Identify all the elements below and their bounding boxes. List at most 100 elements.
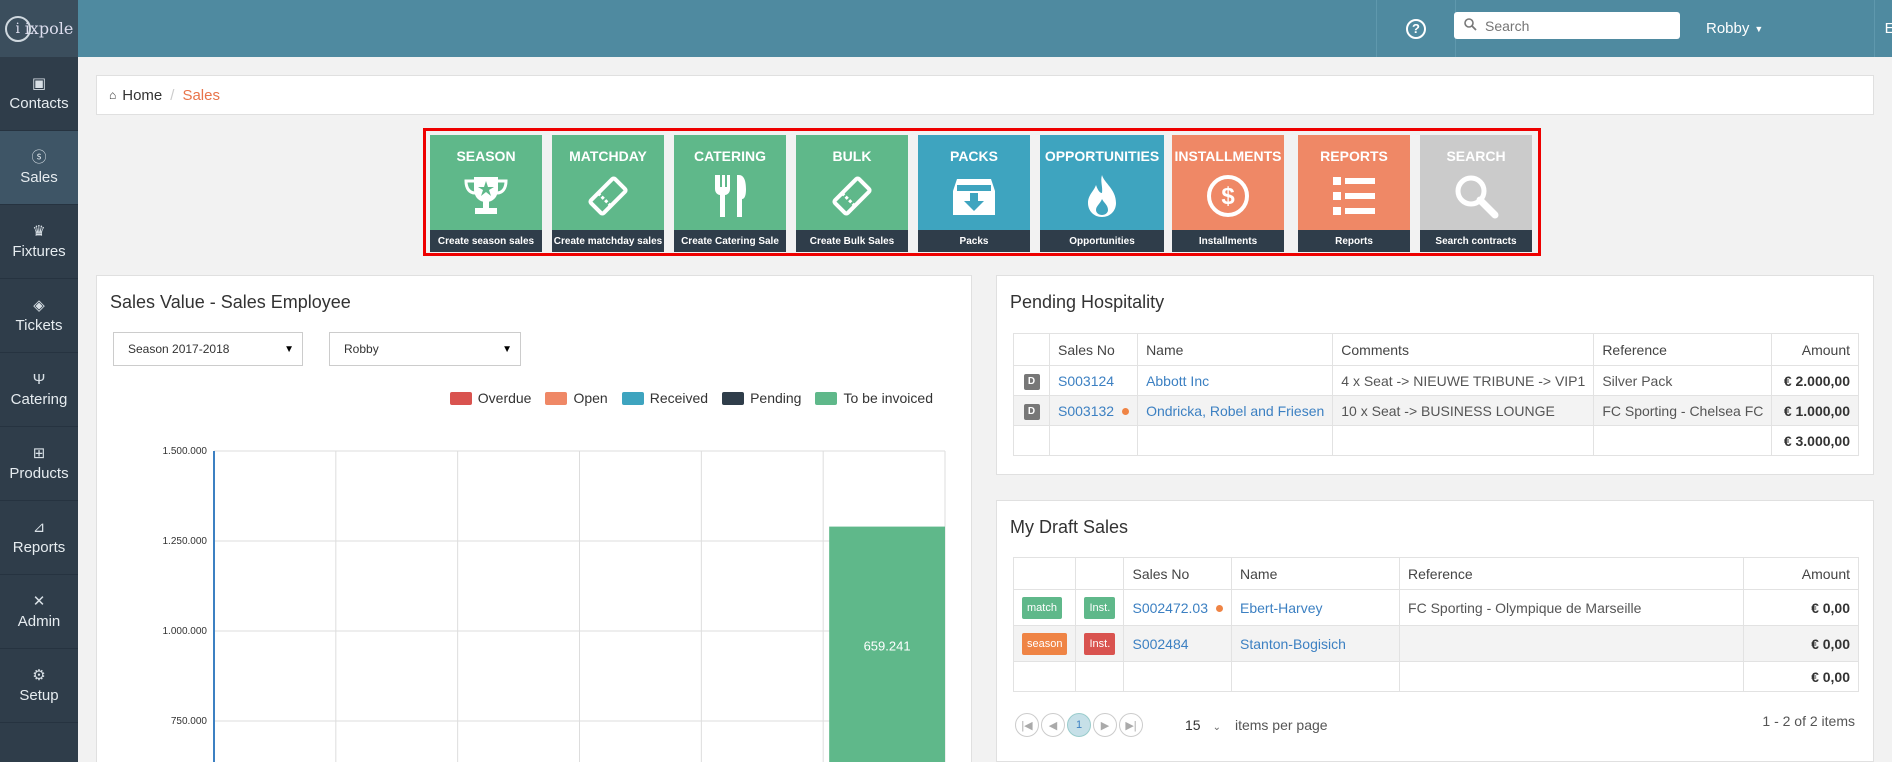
sidebar-item-tickets[interactable]: ◈ Tickets — [0, 279, 78, 353]
amount-cell: € 1.000,00 — [1771, 395, 1859, 426]
pending-table: Sales No Name Comments Reference Amount … — [1013, 333, 1859, 456]
installment-tag: Inst. — [1084, 632, 1116, 655]
sales-no-link[interactable]: S003124 — [1058, 373, 1114, 389]
table-row[interactable]: match Inst. S002472.03 Ebert-Harvey FC S… — [1012, 589, 1859, 626]
customer-link[interactable]: Ondricka, Robel and Friesen — [1146, 403, 1324, 419]
tile-bulk[interactable]: BULK Create Bulk Sales — [796, 135, 908, 252]
sidebar-item-label: Tickets — [15, 316, 63, 334]
reference-cell: FC Sporting - Chelsea FC — [1593, 395, 1773, 426]
trophy-icon: ♛ — [32, 222, 46, 240]
inbox-download-icon — [918, 173, 1030, 219]
logo-text: ixpole — [24, 19, 74, 38]
tools-icon: ✕ — [32, 592, 46, 610]
sales-no-link[interactable]: S002472.03 — [1132, 600, 1208, 616]
column-header: Sales No — [1048, 333, 1139, 366]
first-page-button[interactable]: |◀ — [1015, 713, 1039, 737]
y-tick-label: 1.000.000 — [163, 626, 208, 637]
tile-caption: Create Catering Sale — [674, 230, 786, 252]
user-menu[interactable]: Robby ▼ — [1706, 0, 1763, 57]
ticket-icon — [796, 173, 908, 219]
table-row[interactable]: D S003132 Ondricka, Robel and Friesen 10… — [1013, 395, 1859, 426]
search-input[interactable] — [1485, 17, 1655, 34]
tile-title: BULK — [832, 148, 872, 164]
amount-cell: € 0,00 — [1743, 589, 1859, 626]
sidebar-item-products[interactable]: ⊞ Products — [0, 427, 78, 501]
sidebar-item-label: Admin — [17, 612, 61, 630]
amount-cell: € 0,00 — [1743, 625, 1859, 662]
tile-opportunities[interactable]: OPPORTUNITIES Opportunities — [1040, 135, 1164, 252]
page-button[interactable]: 1 — [1067, 713, 1091, 737]
sidebar-item-fixtures[interactable]: ♛ Fixtures — [0, 205, 78, 279]
cart-icon: ⊞ — [32, 444, 46, 462]
reference-cell: Silver Pack — [1593, 365, 1773, 396]
tile-title: SEASON — [456, 148, 516, 164]
column-header: Amount — [1743, 557, 1859, 590]
sidebar-item-label: Setup — [19, 686, 59, 704]
pager-summary: 1 - 2 of 2 items — [1762, 713, 1855, 729]
search-icon — [1420, 173, 1532, 219]
column-header: Sales No — [1123, 557, 1233, 590]
draft-badge: D — [1023, 404, 1040, 420]
customer-link[interactable]: Abbott Inc — [1146, 373, 1209, 389]
gears-icon: ⚙ — [32, 666, 46, 684]
status-dot — [1122, 408, 1130, 416]
type-tag: match — [1022, 596, 1062, 619]
column-header: Comments — [1332, 333, 1595, 366]
table-row[interactable]: season Inst. S002484 Stanton-Bogisich € … — [1012, 625, 1859, 662]
sidebar-item-catering[interactable]: Ψ Catering — [0, 353, 78, 427]
dollar-icon: ⓢ — [31, 148, 47, 166]
draft-sales-panel: My Draft Sales Sales No Name Reference A… — [996, 500, 1874, 762]
sidebar-item-contacts[interactable]: ▣ Contacts — [0, 57, 78, 131]
customer-link[interactable]: Ebert-Harvey — [1240, 600, 1322, 616]
contacts-icon: ▣ — [31, 74, 47, 92]
column-header: Reference — [1593, 333, 1773, 366]
help-button[interactable]: ? — [1376, 0, 1456, 57]
tile-search[interactable]: SEARCH Search contracts — [1420, 135, 1532, 252]
column-header: Amount — [1771, 333, 1859, 366]
tile-matchday[interactable]: MATCHDAY Create matchday sales — [552, 135, 664, 252]
table-row[interactable]: D S003124 Abbott Inc 4 x Seat -> NIEUWE … — [1013, 365, 1859, 396]
tile-installments[interactable]: INSTALLMENTS $ Installments — [1172, 135, 1284, 252]
ticket-icon: ◈ — [33, 296, 45, 314]
tile-season[interactable]: SEASON Create season sales — [430, 135, 542, 252]
app-logo[interactable]: i ixpole — [0, 0, 78, 57]
last-page-button[interactable]: ▶| — [1119, 713, 1143, 737]
prev-page-button[interactable]: ◀ — [1041, 713, 1065, 737]
sales-no-link[interactable]: S002484 — [1132, 636, 1188, 652]
installment-tag: Inst. — [1084, 596, 1116, 619]
top-bar: ? Robby ▼ EN▼ — [78, 0, 1892, 57]
page-size-select[interactable]: 15 ⌄ — [1185, 717, 1221, 733]
tile-packs[interactable]: PACKS Packs — [918, 135, 1030, 252]
y-tick-label: 1.250.000 — [163, 536, 208, 547]
tile-catering[interactable]: CATERING Create Catering Sale — [674, 135, 786, 252]
sidebar-item-admin[interactable]: ✕ Admin — [0, 575, 78, 649]
column-header-tag — [1012, 557, 1077, 590]
sidebar-item-sales[interactable]: ⓢ Sales — [0, 131, 78, 205]
trophy-icon — [430, 173, 542, 219]
y-tick-label: 750.000 — [171, 716, 208, 727]
tile-reports[interactable]: REPORTS Reports — [1298, 135, 1410, 252]
customer-link[interactable]: Stanton-Bogisich — [1240, 636, 1346, 652]
chart-icon: ⊿ — [32, 518, 46, 536]
help-icon: ? — [1406, 18, 1426, 39]
tile-caption: Reports — [1298, 230, 1410, 252]
tile-title: INSTALLMENTS — [1174, 148, 1282, 164]
tile-caption: Packs — [918, 230, 1030, 252]
next-page-button[interactable]: ▶ — [1093, 713, 1117, 737]
search-box[interactable] — [1454, 12, 1680, 39]
tile-title: CATERING — [693, 148, 767, 164]
language-menu[interactable]: EN▼ — [1874, 0, 1892, 57]
breadcrumb-home[interactable]: Home — [122, 87, 162, 104]
sidebar-item-setup[interactable]: ⚙ Setup — [0, 649, 78, 723]
amount-cell: € 2.000,00 — [1771, 365, 1859, 396]
comments-cell: 10 x Seat -> BUSINESS LOUNGE — [1332, 395, 1595, 426]
svg-text:$: $ — [1221, 183, 1235, 210]
tile-caption: Opportunities — [1040, 230, 1164, 252]
breadcrumb-current: Sales — [182, 86, 220, 104]
tile-caption: Create season sales — [430, 230, 542, 252]
sidebar-item-reports[interactable]: ⊿ Reports — [0, 501, 78, 575]
sales-value-panel: Sales Value - Sales Employee Season 2017… — [96, 275, 972, 762]
sales-no-link[interactable]: S003132 — [1058, 403, 1114, 419]
column-header: Reference — [1399, 557, 1745, 590]
sidebar-item-label: Contacts — [9, 94, 69, 112]
